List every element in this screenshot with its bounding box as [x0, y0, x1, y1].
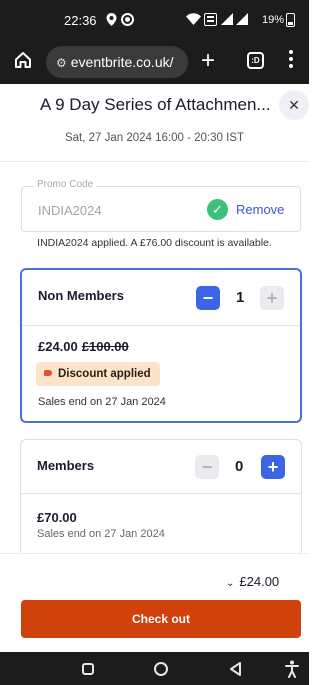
decrease-quantity-button[interactable]: − [196, 286, 220, 310]
checkout-button[interactable]: Check out [21, 600, 301, 638]
ticket-price: £70.00 [37, 510, 77, 525]
decrease-quantity-button[interactable]: − [195, 455, 219, 479]
discount-badge: Discount applied [36, 362, 160, 386]
promo-applied-note: INDIA2024 applied. A £76.00 discount is … [37, 237, 272, 249]
event-datetime: Sat, 27 Jan 2024 16:00 - 20:30 IST [64, 132, 244, 144]
order-total: £24.00 [239, 574, 280, 589]
screen: 22:36 19% ⚙ eventbrite.co.uk/ + :D A 9 D… [0, 0, 309, 685]
check-icon: ✓ [207, 199, 228, 220]
address-bar[interactable]: ⚙ eventbrite.co.uk/ [46, 46, 188, 78]
recents-icon[interactable] [82, 663, 94, 675]
increase-quantity-button[interactable]: + [261, 455, 285, 479]
status-time: 22:36 [64, 13, 97, 28]
accessibility-icon[interactable] [285, 660, 299, 678]
tab-switcher-icon[interactable]: :D [247, 52, 264, 69]
discount-badge-label: Discount applied [58, 368, 151, 380]
back-icon[interactable] [228, 661, 244, 677]
signal-icon-2 [236, 13, 248, 29]
card-divider [21, 493, 301, 494]
discounted-price: £24.00 [38, 339, 78, 354]
url-text: eventbrite.co.uk/ [70, 54, 174, 70]
home-nav-icon[interactable] [154, 662, 168, 676]
sales-end-text: Sales end on 27 Jan 2024 [37, 528, 165, 540]
tag-icon [44, 370, 52, 376]
sales-end-text: Sales end on 27 Jan 2024 [38, 396, 166, 408]
volte-icon [204, 13, 217, 30]
ticket-card-non-members: Non Members − 1 + £24.00 £100.00 Discount… [20, 268, 302, 423]
quantity-value: 1 [236, 289, 245, 306]
system-nav-bar [0, 652, 309, 685]
promo-code-value: INDIA2024 [38, 203, 102, 218]
close-icon: ✕ [288, 97, 300, 113]
battery-percent: 19% [262, 14, 285, 26]
browser-toolbar: ⚙ eventbrite.co.uk/ + :D [0, 40, 309, 84]
header-divider [0, 161, 309, 162]
card-divider [22, 325, 300, 326]
site-settings-icon[interactable]: ⚙ [56, 47, 67, 78]
home-icon[interactable] [13, 50, 33, 70]
ticket-name: Members [37, 458, 95, 473]
location-icon [106, 13, 117, 30]
increase-quantity-button[interactable]: + [260, 286, 284, 310]
ticket-price: £24.00 £100.00 [38, 339, 129, 354]
close-button[interactable]: ✕ [279, 90, 309, 120]
status-bar: 22:36 19% [0, 0, 309, 40]
wifi-icon [186, 13, 201, 29]
ticket-name: Non Members [38, 288, 124, 303]
order-total-toggle[interactable]: ⌄ £24.00 [226, 574, 279, 589]
event-title: A 9 Day Series of Attachmen... [40, 95, 271, 114]
remove-promo-button[interactable]: Remove [236, 202, 284, 217]
new-tab-icon[interactable]: + [201, 47, 215, 75]
quantity-value: 0 [235, 458, 244, 475]
promo-code-label: Promo Code [34, 179, 97, 190]
chevron-down-icon: ⌄ [226, 578, 235, 589]
footer-divider [0, 553, 309, 554]
signal-icon [221, 13, 233, 29]
record-icon [121, 13, 134, 30]
battery-icon [286, 13, 295, 27]
original-price: £100.00 [81, 339, 129, 354]
ticket-card-members: Members − 0 + £70.00 Sales end on 27 Jan… [20, 439, 302, 555]
overflow-menu-icon[interactable] [289, 50, 293, 70]
